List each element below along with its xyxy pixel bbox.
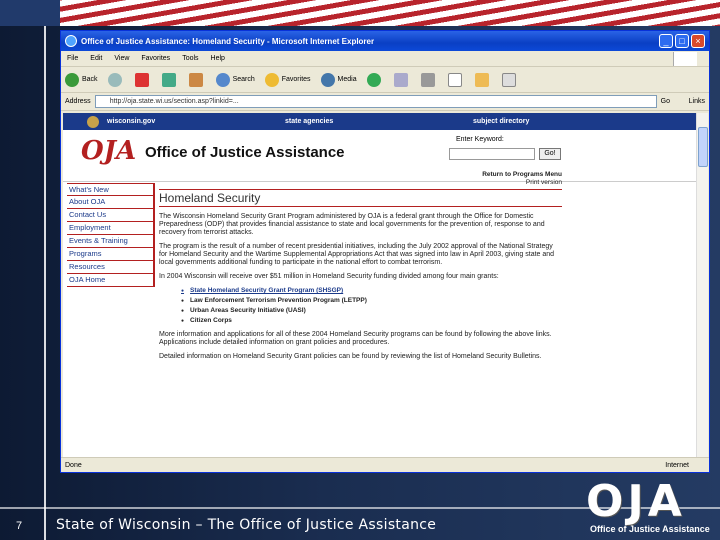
keyword-input[interactable]: [449, 148, 535, 160]
leftnav-employment[interactable]: Employment: [67, 222, 155, 235]
status-bar: Done Internet: [61, 457, 709, 472]
main-content: Return to Programs Menu Print version Ho…: [159, 171, 562, 367]
grant-link-shsgp[interactable]: State Homeland Security Grant Program (S…: [181, 287, 562, 295]
star-icon: [264, 72, 279, 87]
office-name: Office of Justice Assistance: [145, 144, 345, 161]
page-title: Homeland Security: [159, 189, 562, 207]
windows-logo-icon: [673, 51, 697, 66]
folder-icon: [474, 72, 489, 87]
grant-list: State Homeland Security Grant Program (S…: [181, 287, 562, 325]
address-bar: Address http://oja.state.wi.us/section.a…: [61, 93, 709, 111]
menu-file[interactable]: File: [67, 55, 78, 62]
leftnav-whats-new[interactable]: What's New: [67, 183, 155, 196]
flag-stars: [0, 0, 60, 26]
leftnav-events-training[interactable]: Events & Training: [67, 235, 155, 248]
messenger-button[interactable]: [501, 72, 519, 87]
mail-icon: [393, 72, 408, 87]
oja-site-logo[interactable]: OJA: [81, 136, 136, 166]
paragraph-history: The program is the result of a number of…: [159, 243, 555, 266]
vertical-scrollbar[interactable]: [696, 113, 708, 457]
leftnav-contact-us[interactable]: Contact Us: [67, 209, 155, 222]
refresh-icon: [161, 72, 176, 87]
left-rule: [44, 26, 46, 540]
print-version-link[interactable]: Print version: [159, 179, 562, 187]
left-nav: What's New About OJA Contact Us Employme…: [67, 183, 155, 287]
toolbar: Back Search Favorites Media: [61, 67, 709, 93]
edit-button[interactable]: [447, 72, 465, 87]
leftnav-programs[interactable]: Programs: [67, 248, 155, 261]
leftnav-oja-home[interactable]: OJA Home: [67, 274, 155, 287]
wisconsin-seal-icon: [87, 115, 99, 128]
paragraph-intro: The Wisconsin Homeland Security Grant Pr…: [159, 213, 545, 236]
maximize-button[interactable]: □: [675, 34, 689, 48]
nav-wisconsin-gov[interactable]: wisconsin.gov: [107, 118, 285, 125]
flag-banner: [0, 0, 720, 26]
oja-logo-subtext: Office of Justice Assistance: [590, 524, 710, 534]
slide-number: 7: [16, 520, 23, 532]
internet-zone: Internet: [665, 461, 689, 469]
home-icon: [188, 72, 203, 87]
ie-icon: [65, 35, 77, 47]
grant-link-citizen-corps[interactable]: Citizen Corps: [181, 317, 562, 325]
messenger-icon: [501, 72, 516, 87]
site-nav-strip: wisconsin.gov state agencies subject dir…: [63, 113, 697, 130]
close-button[interactable]: ×: [691, 34, 705, 48]
history-icon: [366, 72, 381, 87]
window-title: Office of Justice Assistance: Homeland S…: [81, 36, 375, 46]
media-button[interactable]: Media: [320, 72, 357, 87]
stop-icon: [134, 72, 149, 87]
nav-state-agencies[interactable]: state agencies: [285, 118, 473, 125]
menu-bar: File Edit View Favorites Tools Help: [61, 51, 709, 67]
paragraph-more-info: More information and applications for al…: [159, 331, 552, 346]
history-button[interactable]: [366, 72, 384, 87]
menu-help[interactable]: Help: [211, 55, 225, 62]
paragraph-bulletins: Detailed information on Homeland Securit…: [159, 353, 542, 360]
stop-button[interactable]: [134, 72, 152, 87]
footer-title: State of Wisconsin – The Office of Justi…: [56, 517, 437, 533]
menu-favorites[interactable]: Favorites: [141, 55, 170, 62]
leftnav-resources[interactable]: Resources: [67, 261, 155, 274]
nav-subject-directory[interactable]: subject directory: [473, 118, 529, 125]
search-icon: [215, 72, 230, 87]
page-viewport: wisconsin.gov state agencies subject dir…: [63, 113, 697, 457]
refresh-button[interactable]: [161, 72, 179, 87]
back-button[interactable]: Back: [65, 72, 98, 87]
address-input[interactable]: http://oja.state.wi.us/section.asp?linki…: [94, 95, 657, 108]
links-button[interactable]: Links: [689, 98, 705, 105]
menu-edit[interactable]: Edit: [90, 55, 102, 62]
folder-button[interactable]: [474, 72, 492, 87]
browser-window: Office of Justice Assistance: Homeland S…: [60, 30, 710, 473]
print-button[interactable]: [420, 72, 438, 87]
return-to-programs-link[interactable]: Return to Programs Menu: [159, 171, 562, 179]
paragraph-funding: In 2004 Wisconsin will receive over $51 …: [159, 273, 499, 280]
keyword-go-button[interactable]: Go!: [539, 148, 561, 160]
menu-view[interactable]: View: [114, 55, 129, 62]
forward-button[interactable]: [107, 72, 125, 87]
title-bar: Office of Justice Assistance: Homeland S…: [61, 31, 709, 51]
keyword-label: Enter Keyword:: [456, 136, 504, 143]
minimize-button[interactable]: _: [659, 34, 673, 48]
forward-arrow-icon: [107, 72, 122, 87]
grant-link-uasi[interactable]: Urban Areas Security Initiative (UASI): [181, 307, 562, 315]
menu-tools[interactable]: Tools: [182, 55, 198, 62]
print-icon: [420, 72, 435, 87]
search-button[interactable]: Search: [215, 72, 255, 87]
status-text: Done: [65, 461, 82, 469]
go-button[interactable]: Go: [661, 98, 689, 105]
mail-button[interactable]: [393, 72, 411, 87]
scroll-thumb[interactable]: [698, 127, 708, 167]
oja-logo: OJA Office of Justice Assistance: [586, 480, 716, 540]
address-label: Address: [65, 98, 91, 105]
favorites-button[interactable]: Favorites: [264, 72, 311, 87]
oja-logo-text: OJA: [586, 476, 686, 527]
back-arrow-icon: [65, 72, 79, 87]
home-button[interactable]: [188, 72, 206, 87]
grant-link-letpp[interactable]: Law Enforcement Terrorism Prevention Pro…: [181, 297, 562, 305]
leftnav-about-oja[interactable]: About OJA: [67, 196, 155, 209]
media-icon: [320, 72, 335, 87]
word-icon: [447, 72, 462, 87]
